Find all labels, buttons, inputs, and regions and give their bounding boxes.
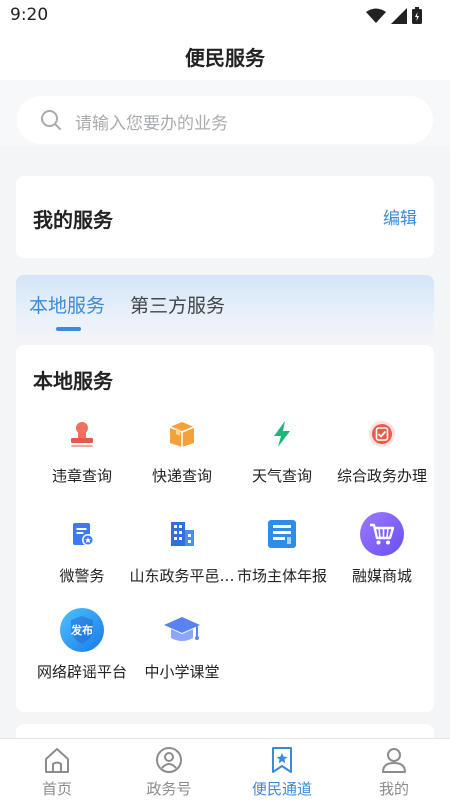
service-item-rumor-refutation[interactable]: 发布 网络辟谣平台 (32, 607, 132, 687)
shopping-cart-icon (359, 511, 405, 557)
graduation-cap-icon (159, 607, 205, 653)
package-box-icon (159, 411, 205, 457)
my-services-card: 我的服务 编辑 (16, 176, 434, 258)
page-title: 便民服务 (185, 46, 265, 70)
publish-shield-icon: 发布 (59, 607, 105, 653)
tabbar-item-mine[interactable]: 我的 (344, 745, 444, 800)
service-item-comprehensive-affairs[interactable]: 综合政务办理 (332, 411, 432, 491)
search-placeholder: 请输入您要办的业务 (75, 114, 228, 134)
search-input[interactable]: 请输入您要办的业务 (17, 96, 433, 144)
nav-bar: 便民服务 (0, 32, 450, 80)
local-services-card: 本地服务 违章查询 快递查询 天气查询 综合政务办理 微警务 山东政务平邑… 市… (16, 345, 434, 712)
government-account-icon (156, 747, 182, 773)
tabbar-item-government-account[interactable]: 政务号 (119, 745, 219, 800)
cell-signal-icon (391, 7, 407, 24)
home-icon (45, 748, 69, 773)
wifi-icon (366, 8, 386, 23)
status-time: 9:20 (10, 5, 49, 25)
government-building-icon (159, 511, 205, 557)
bookmark-star-icon (272, 747, 292, 773)
publish-badge-text: 发布 (70, 623, 93, 637)
report-document-icon (259, 511, 305, 557)
tabbar-item-home[interactable]: 首页 (7, 745, 107, 800)
bottom-tab-bar: 首页 政务号 便民通道 我的 (0, 738, 450, 800)
status-bar: 9:20 (0, 0, 450, 32)
seal-stamp-icon (59, 411, 105, 457)
service-item-market-annual-report[interactable]: 市场主体年报 (232, 511, 332, 591)
profile-icon (382, 748, 406, 773)
service-item-shandong-gov-pingyi[interactable]: 山东政务平邑… (129, 511, 235, 591)
service-item-violation-query[interactable]: 违章查询 (32, 411, 132, 491)
my-services-title: 我的服务 (33, 208, 113, 232)
tab-local-services[interactable]: 本地服务 (29, 291, 105, 318)
service-item-micro-police[interactable]: 微警务 (32, 511, 132, 591)
tab-third-party-services[interactable]: 第三方服务 (130, 291, 225, 318)
active-tab-indicator (56, 327, 81, 331)
shield-check-icon (359, 411, 405, 457)
local-services-title: 本地服务 (33, 369, 113, 393)
edit-button[interactable]: 编辑 (383, 204, 417, 229)
search-area: 请输入您要办的业务 (0, 80, 450, 146)
status-icons (366, 7, 422, 24)
lightning-icon (259, 411, 305, 457)
service-item-weather-query[interactable]: 天气查询 (232, 411, 332, 491)
tabbar-item-convenience-channel[interactable]: 便民通道 (232, 745, 332, 800)
police-document-icon (59, 511, 105, 557)
service-item-media-mall[interactable]: 融媒商城 (332, 511, 432, 591)
battery-icon (412, 7, 422, 24)
service-tabs: 本地服务 第三方服务 (16, 275, 434, 345)
service-item-express-query[interactable]: 快递查询 (132, 411, 232, 491)
service-item-school-classroom[interactable]: 中小学课堂 (132, 607, 232, 687)
search-icon (41, 110, 61, 130)
